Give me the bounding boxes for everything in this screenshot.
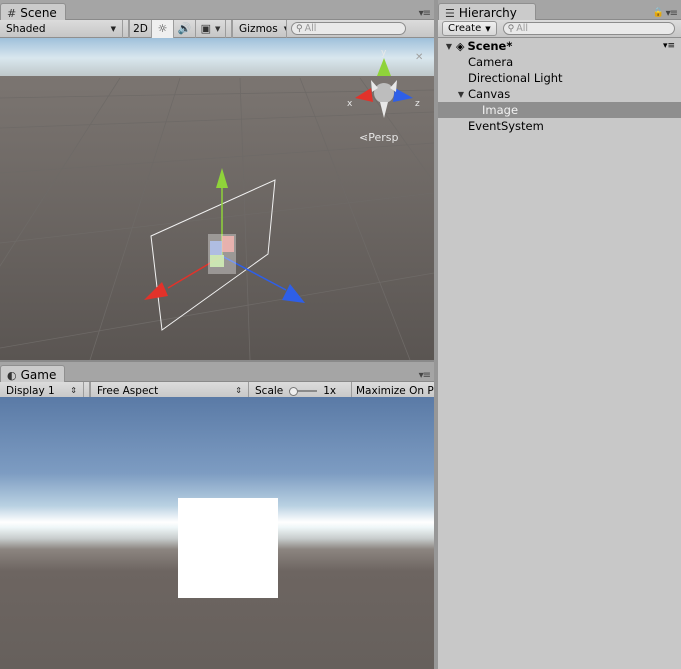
hierarchy-item-label: Image [482,103,519,117]
persp-icon: ⋖ [359,131,369,144]
lock-icon[interactable]: 🔒 [653,8,664,18]
scene-search-input[interactable]: ⚲ All [291,22,406,35]
updown-arrow-icon: ⇕ [235,386,242,395]
shading-mode-label: Shaded [6,22,46,35]
gizmo-z-label: z [415,99,420,109]
panel-menu-icon[interactable]: ▾≡ [419,370,431,381]
lighting-toggle-icon[interactable]: ☼ [152,19,174,38]
scale-slider-thumb[interactable] [289,386,299,396]
scale-label: Scale [255,384,284,397]
hierarchy-item-eventsystem[interactable]: EventSystem [438,118,681,134]
fold-open-icon[interactable]: ▼ [444,42,454,51]
create-dropdown-button[interactable]: Create ▼ [442,21,497,36]
dropdown-arrow-icon: ▼ [110,24,116,33]
tab-game[interactable]: ◐ Game [0,365,66,383]
hierarchy-item-label: EventSystem [468,119,544,133]
panel-menu-icon[interactable]: ▾≡ [419,8,431,19]
2d-toggle-label: 2D [133,22,148,35]
maximize-on-play-label: Maximize On Play [356,384,434,397]
tab-hierarchy[interactable]: ☰ Hierarchy [438,3,536,21]
persp-toggle[interactable]: ⋖Persp [359,131,398,144]
hierarchy-toolbar: Create ▼ ⚲ All [438,20,681,38]
scene-toolbar: Shaded ▼ 2D ☼ 🔊 ▣▼ Gizmos ▼ ⚲ All [0,19,434,38]
scene-panel: # Scene ▾≡ Shaded ▼ 2D ☼ 🔊 ▣▼ Gizmos ▼ ⚲… [0,0,434,360]
tab-scene[interactable]: # Scene [0,3,66,21]
gizmos-dropdown[interactable]: Gizmos ▼ [232,19,287,38]
hierarchy-item-canvas[interactable]: ▼ Canvas [438,86,681,102]
fold-open-icon[interactable]: ▼ [456,90,466,99]
display-label: Display 1 [6,384,55,397]
scene-search-placeholder: All [304,23,317,34]
audio-toggle-icon[interactable]: 🔊 [174,19,196,38]
hierarchy-panel: ☰ Hierarchy 🔒 ▾≡ Create ▼ ⚲ All ▼ ◈ Scen… [438,0,681,669]
gizmo-lock-icon[interactable]: ✕ [415,52,423,63]
search-icon: ⚲ [296,23,303,34]
scene-viewport[interactable]: y x z ✕ ⋖Persp [0,38,434,360]
list-icon: ☰ [445,6,455,20]
shading-mode-dropdown[interactable]: Shaded ▼ [0,19,123,38]
scene-menu-icon[interactable]: ▾≡ [663,41,675,51]
aspect-label: Free Aspect [97,384,159,397]
sky [0,38,434,78]
hierarchy-item-label: Canvas [468,87,511,101]
create-label: Create [448,23,482,34]
search-icon: ⚲ [507,23,515,34]
scene-tabstrip: # Scene ▾≡ [0,0,434,21]
hierarchy-tree: ▼ ◈ Scene* ▾≡ Camera Directional Light ▼… [438,38,681,134]
hierarchy-search-placeholder: All [516,23,528,34]
persp-label: Persp [368,131,399,144]
2d-toggle-button[interactable]: 2D [129,19,152,38]
scale-value: 1x [323,384,337,397]
gizmo-x-label: x [347,99,353,109]
hierarchy-item-label: Scene* [467,39,513,53]
gizmo-y-label: y [381,48,387,58]
updown-arrow-icon: ⇕ [70,386,77,395]
hierarchy-item-label: Directional Light [468,71,563,85]
gizmos-label: Gizmos [239,22,278,35]
grid-icon: # [7,6,17,20]
ui-image-object [178,498,278,598]
hierarchy-item-scene[interactable]: ▼ ◈ Scene* ▾≡ [438,38,681,54]
effects-dropdown-icon[interactable]: ▣ ▼ [196,19,226,38]
game-viewport[interactable] [0,397,434,669]
hierarchy-item-image[interactable]: Image [438,102,681,118]
tab-hierarchy-label: Hierarchy [458,6,517,20]
image-object[interactable] [208,234,236,274]
scene-render: y x z ✕ [0,38,434,360]
tab-game-label: Game [20,368,57,382]
dropdown-arrow-icon: ▼ [485,24,491,33]
hierarchy-tabstrip: ☰ Hierarchy 🔒 ▾≡ [438,0,681,21]
dropdown-arrow-icon: ▼ [278,25,286,33]
tab-scene-label: Scene [20,6,57,20]
hierarchy-item-camera[interactable]: Camera [438,54,681,70]
panel-menu-icon[interactable]: ▾≡ [666,8,678,19]
pacman-icon: ◐ [7,368,17,382]
hierarchy-search-input[interactable]: ⚲ All [502,22,675,35]
unity-logo-icon: ◈ [456,39,465,53]
hierarchy-item-directional-light[interactable]: Directional Light [438,70,681,86]
scale-slider[interactable] [289,386,318,396]
hierarchy-item-label: Camera [468,55,514,69]
game-tabstrip: ◐ Game ▾≡ [0,362,434,383]
